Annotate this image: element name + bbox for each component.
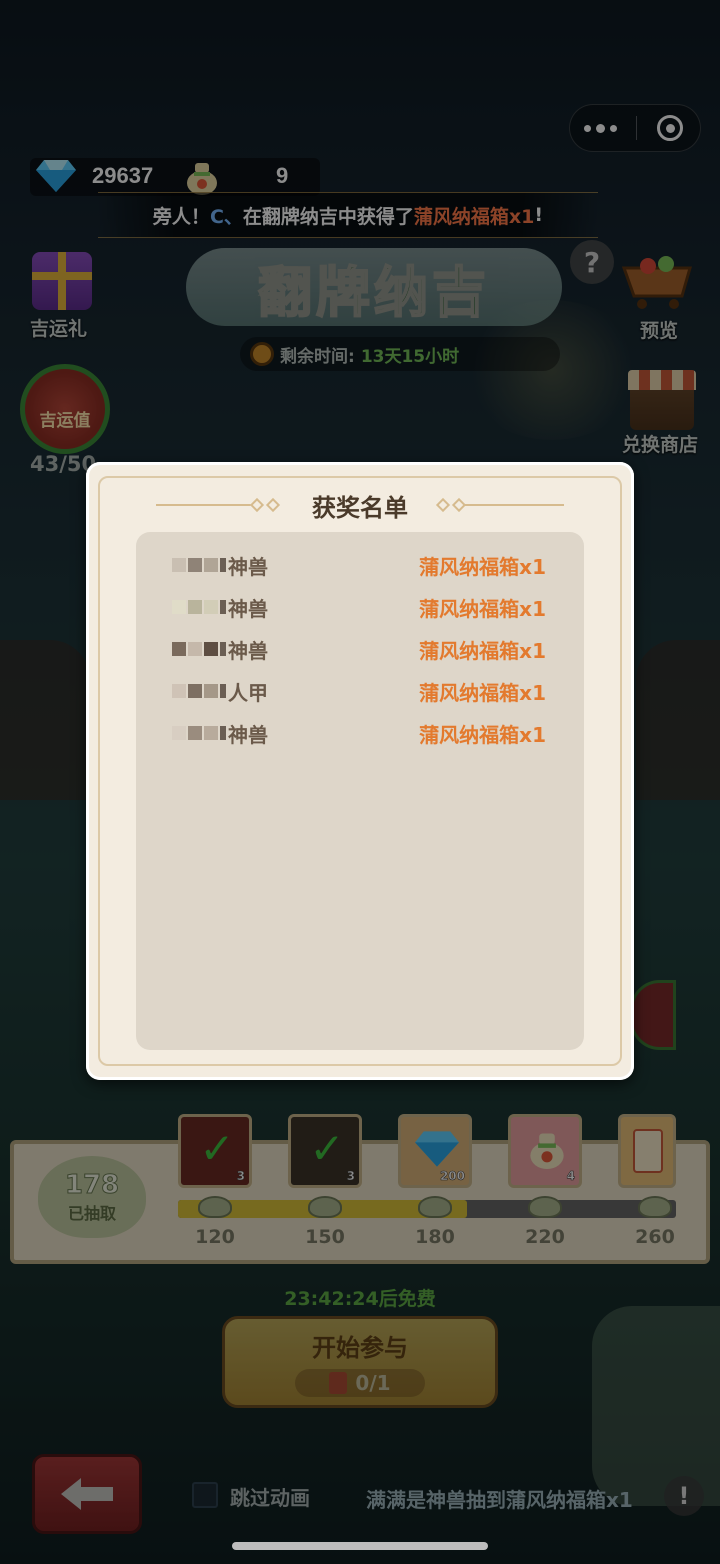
winner-row: 神兽 蒲风纳福箱x1 [136,586,584,628]
winner-name-text: 神兽 [228,722,268,747]
masked-name-pixels [172,558,226,572]
winner-name: 神兽 [172,719,268,748]
winner-name-text: 神兽 [228,554,268,579]
winner-prize: 蒲风纳福箱x1 [419,596,546,621]
winner-prize: 蒲风纳福箱x1 [419,554,546,579]
winner-name: 神兽 [172,593,268,622]
winner-name-text: 人甲 [228,680,268,705]
winner-name-text: 神兽 [228,638,268,663]
winner-name: 神兽 [172,551,268,580]
winner-row: 人甲 蒲风纳福箱x1 [136,670,584,712]
winner-name: 神兽 [172,635,268,664]
masked-name-pixels [172,600,226,614]
title-ornament-right [434,497,564,513]
masked-name-pixels [172,726,226,740]
winner-prize: 蒲风纳福箱x1 [419,722,546,747]
winner-name-text: 神兽 [228,596,268,621]
winner-row: 神兽 蒲风纳福箱x1 [136,628,584,670]
masked-name-pixels [172,642,226,656]
winner-name: 人甲 [172,677,268,706]
winners-list: 神兽 蒲风纳福箱x1 神兽 蒲风纳福箱x1 神兽 蒲风纳福箱x1 人甲 蒲风纳福… [136,532,584,1050]
winners-modal: 获奖名单 神兽 蒲风纳福箱x1 神兽 蒲风纳福箱x1 神兽 蒲风纳福箱x1 人甲… [86,462,634,1080]
winner-prize: 蒲风纳福箱x1 [419,680,546,705]
winner-prize: 蒲风纳福箱x1 [419,638,546,663]
home-indicator [232,1542,488,1550]
winner-row: 神兽 蒲风纳福箱x1 [136,712,584,754]
winner-row: 神兽 蒲风纳福箱x1 [136,544,584,586]
masked-name-pixels [172,684,226,698]
